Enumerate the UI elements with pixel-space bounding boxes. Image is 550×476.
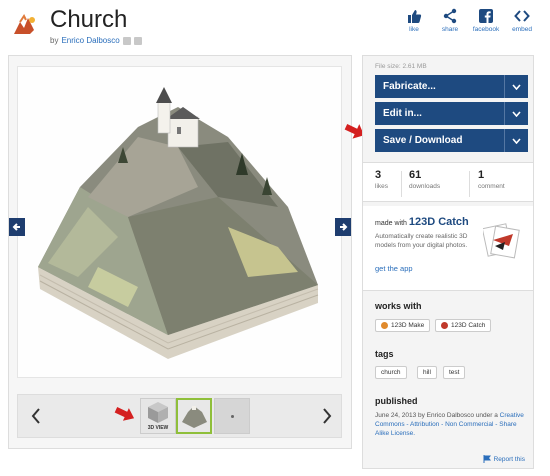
site-logo[interactable] bbox=[10, 12, 40, 38]
downloads-stat: 61 downloads bbox=[409, 169, 440, 190]
published-heading: published bbox=[375, 396, 418, 406]
tag-chip[interactable]: church bbox=[375, 366, 407, 379]
share-label: share bbox=[441, 26, 459, 33]
share-bar: like share facebook embed bbox=[402, 8, 534, 33]
thumbnail-more[interactable] bbox=[214, 398, 250, 434]
flag-icon bbox=[483, 455, 491, 463]
tag-chip[interactable]: hill bbox=[417, 366, 437, 379]
report-label: Report this bbox=[493, 455, 525, 463]
model-thumbnail-image bbox=[178, 400, 210, 432]
report-link[interactable]: Report this bbox=[483, 455, 525, 463]
comments-count: 1 bbox=[478, 169, 485, 181]
follow-icon[interactable] bbox=[122, 36, 131, 45]
embed-label: embed bbox=[512, 26, 532, 33]
thumbnail-strip: 3D VIEW bbox=[17, 394, 342, 438]
thumbnail-photo-selected[interactable] bbox=[176, 398, 212, 434]
next-image-button[interactable] bbox=[335, 218, 351, 236]
made-with-prefix: made with bbox=[375, 220, 407, 227]
app-chip-label: 123D Make bbox=[391, 322, 425, 329]
downloads-count: 61 bbox=[409, 169, 422, 181]
page-title: Church bbox=[50, 6, 128, 33]
save-download-button[interactable]: Save / Download bbox=[375, 129, 528, 152]
made-with-line: made with 123D Catch bbox=[375, 216, 469, 228]
sidebar: File size: 2.61 MB Fabricate... Edit in.… bbox=[362, 55, 534, 469]
embed-icon bbox=[514, 10, 530, 22]
share-button[interactable]: share bbox=[438, 8, 462, 33]
likes-caption: likes bbox=[375, 183, 389, 190]
facebook-icon bbox=[479, 9, 493, 23]
cube-icon bbox=[148, 402, 168, 423]
edit-in-button[interactable]: Edit in... bbox=[375, 102, 528, 125]
facebook-button[interactable]: facebook bbox=[472, 8, 500, 33]
file-size: File size: 2.61 MB bbox=[375, 63, 427, 70]
tag-chip[interactable]: test bbox=[443, 366, 466, 379]
comments-caption: comment bbox=[478, 183, 505, 190]
123d-make-icon bbox=[381, 322, 388, 329]
works-with-heading: works with bbox=[375, 301, 422, 311]
chevron-down-icon[interactable] bbox=[504, 102, 528, 125]
thumbnail-3d-view[interactable]: 3D VIEW bbox=[140, 398, 176, 434]
likes-count: 3 bbox=[375, 169, 382, 181]
promo-description: Automatically create realistic 3D models… bbox=[375, 233, 468, 249]
divider bbox=[401, 171, 402, 197]
edit-in-label: Edit in... bbox=[383, 108, 422, 119]
by-prefix: by bbox=[50, 36, 59, 45]
chevron-down-icon[interactable] bbox=[504, 129, 528, 152]
thumbnail-3d-label: 3D VIEW bbox=[147, 425, 169, 431]
chevron-left-icon bbox=[31, 408, 40, 424]
app-promo: made with 123D Catch Automatically creat… bbox=[363, 206, 533, 291]
embed-button[interactable]: embed bbox=[510, 8, 534, 33]
save-download-label: Save / Download bbox=[383, 135, 463, 146]
model-viewer: 3D VIEW bbox=[8, 55, 352, 449]
123d-catch-graphic-icon bbox=[483, 223, 520, 259]
published-info: June 24, 2013 by Enrico Dalbosco under a… bbox=[375, 411, 525, 438]
message-icon[interactable] bbox=[133, 36, 142, 45]
facebook-label: facebook bbox=[472, 26, 500, 33]
like-button[interactable]: like bbox=[402, 8, 426, 33]
published-text: June 24, 2013 by Enrico Dalbosco under a bbox=[375, 412, 498, 419]
thumbnail-next-button[interactable] bbox=[319, 403, 335, 429]
chevron-down-icon[interactable] bbox=[504, 75, 528, 98]
share-icon bbox=[443, 8, 457, 24]
arrow-left-icon bbox=[12, 223, 20, 231]
tag-label: church bbox=[381, 369, 401, 376]
tag-label: test bbox=[449, 369, 460, 376]
chevron-right-icon bbox=[323, 408, 332, 424]
fabricate-button[interactable]: Fabricate... bbox=[375, 75, 528, 98]
comments-stat[interactable]: 1 comment bbox=[478, 169, 505, 190]
divider bbox=[469, 171, 470, 197]
get-the-app-link[interactable]: get the app bbox=[375, 264, 413, 273]
123d-catch-icon bbox=[441, 322, 448, 329]
app-chip-123d-catch[interactable]: 123D Catch bbox=[435, 319, 492, 332]
annotation-arrow-icon bbox=[114, 407, 135, 421]
app-chip-123d-make[interactable]: 123D Make bbox=[375, 319, 431, 332]
promo-app-name: 123D Catch bbox=[408, 216, 469, 228]
fabricate-label: Fabricate... bbox=[383, 81, 436, 92]
like-label: like bbox=[409, 26, 419, 33]
tag-label: hill bbox=[423, 369, 431, 376]
thumbnail-prev-button[interactable] bbox=[28, 403, 44, 429]
thumbs-up-icon bbox=[408, 10, 422, 23]
tags-heading: tags bbox=[375, 349, 394, 359]
arrow-right-icon bbox=[340, 223, 348, 231]
stats-bar: 3 likes 61 downloads 1 comment bbox=[363, 162, 533, 202]
previous-image-button[interactable] bbox=[9, 218, 25, 236]
likes-stat: 3 likes bbox=[375, 169, 388, 190]
byline: by Enrico Dalbosco bbox=[50, 36, 142, 45]
model-photo[interactable] bbox=[17, 66, 342, 378]
author-link[interactable]: Enrico Dalbosco bbox=[61, 36, 119, 45]
downloads-caption: downloads bbox=[409, 183, 441, 190]
app-chip-label: 123D Catch bbox=[451, 322, 486, 329]
